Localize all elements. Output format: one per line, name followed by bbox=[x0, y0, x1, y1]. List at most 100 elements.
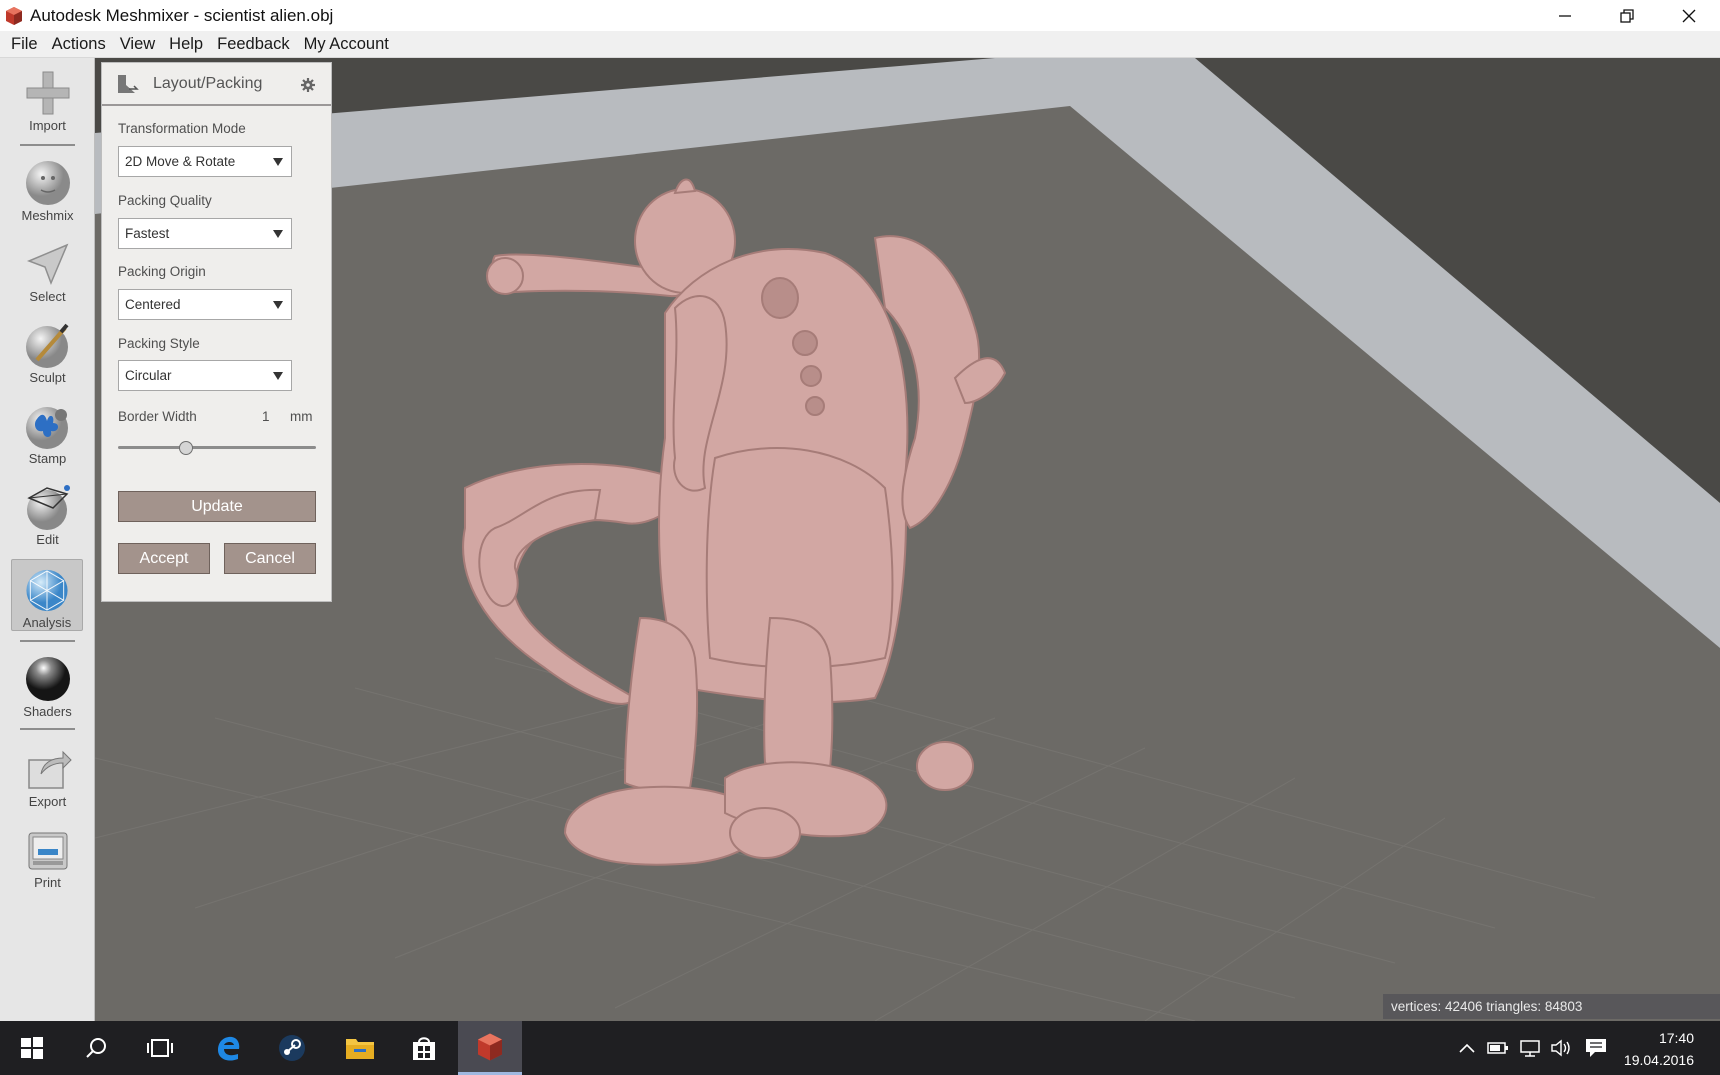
tool-divider bbox=[20, 144, 75, 146]
chevron-down-icon bbox=[273, 230, 283, 238]
notification-icon bbox=[1586, 1039, 1606, 1057]
tool-divider bbox=[20, 640, 75, 642]
printer-icon bbox=[28, 832, 67, 870]
tool-select[interactable]: Select bbox=[0, 233, 95, 307]
select-arrow-icon bbox=[26, 243, 68, 286]
slider-thumb[interactable] bbox=[178, 441, 193, 455]
store-button[interactable] bbox=[392, 1021, 456, 1075]
close-button[interactable] bbox=[1658, 0, 1720, 31]
menu-my-account[interactable]: My Account bbox=[297, 35, 396, 54]
border-width-slider[interactable] bbox=[118, 441, 316, 455]
clock-time: 17:40 bbox=[1658, 1030, 1694, 1046]
tool-sculpt[interactable]: Sculpt bbox=[0, 314, 95, 388]
show-hidden-icons-button[interactable] bbox=[1454, 1021, 1480, 1075]
packing-quality-select[interactable]: Fastest bbox=[118, 218, 292, 249]
tool-stamp[interactable]: Stamp bbox=[0, 395, 95, 469]
action-center-button[interactable] bbox=[1580, 1021, 1612, 1075]
system-clock[interactable]: 17:40 19.04.2016 bbox=[1624, 1027, 1694, 1071]
layout-packing-panel: Layout/Packing Transformation Mode 2D Mo… bbox=[101, 62, 332, 602]
tool-divider bbox=[20, 728, 75, 730]
menu-file[interactable]: File bbox=[4, 35, 45, 54]
tool-print[interactable]: Print bbox=[0, 819, 95, 893]
tool-import[interactable]: Import bbox=[0, 62, 95, 136]
panel-header: Layout/Packing bbox=[102, 63, 331, 106]
tool-label: Import bbox=[29, 118, 66, 133]
close-icon bbox=[1682, 9, 1696, 22]
cancel-button[interactable]: Cancel bbox=[224, 543, 316, 574]
tool-label: Export bbox=[28, 794, 67, 809]
packing-origin-value: Centered bbox=[125, 297, 181, 312]
minimize-button[interactable] bbox=[1534, 0, 1596, 31]
packing-style-label: Packing Style bbox=[118, 336, 200, 351]
clock-date: 19.04.2016 bbox=[1623, 1052, 1694, 1068]
start-button[interactable] bbox=[0, 1021, 64, 1075]
tool-export[interactable]: Export bbox=[0, 738, 95, 812]
restore-button[interactable] bbox=[1596, 0, 1658, 31]
title-bar: Autodesk Meshmixer - scientist alien.obj bbox=[0, 0, 1720, 31]
transformation-mode-select[interactable]: 2D Move & Rotate bbox=[118, 146, 292, 177]
tool-label: Shaders bbox=[23, 704, 72, 719]
tool-label: Edit bbox=[36, 532, 59, 547]
volume-tray[interactable] bbox=[1548, 1021, 1576, 1075]
menu-view[interactable]: View bbox=[113, 35, 162, 54]
chevron-down-icon bbox=[273, 158, 283, 166]
windows-logo-icon bbox=[21, 1037, 43, 1059]
packing-origin-label: Packing Origin bbox=[118, 264, 206, 279]
meshmixer-taskbar-button[interactable] bbox=[458, 1021, 522, 1075]
tool-analysis[interactable]: Analysis bbox=[11, 559, 83, 631]
accept-button[interactable]: Accept bbox=[118, 543, 210, 574]
chevron-up-icon bbox=[1459, 1043, 1475, 1053]
steam-button[interactable] bbox=[260, 1021, 324, 1075]
chevron-down-icon bbox=[273, 301, 283, 309]
edit-mesh-icon bbox=[26, 485, 70, 530]
border-width-unit: mm bbox=[290, 409, 313, 424]
packing-style-select[interactable]: Circular bbox=[118, 360, 292, 391]
search-button[interactable] bbox=[64, 1021, 128, 1075]
panel-title: Layout/Packing bbox=[153, 74, 263, 92]
gear-icon[interactable] bbox=[301, 78, 315, 92]
speaker-icon bbox=[1551, 1039, 1570, 1057]
battery-icon bbox=[1487, 1042, 1508, 1054]
meshmixer-logo-icon bbox=[478, 1033, 502, 1060]
tool-shaders[interactable]: Shaders bbox=[0, 648, 95, 722]
meshmix-icon bbox=[25, 161, 70, 205]
transformation-mode-value: 2D Move & Rotate bbox=[125, 154, 236, 169]
stamp-icon bbox=[25, 407, 68, 449]
menu-bar: File Actions View Help Feedback My Accou… bbox=[0, 31, 1720, 58]
window-title: Autodesk Meshmixer - scientist alien.obj bbox=[30, 5, 334, 25]
folder-icon bbox=[346, 1039, 374, 1059]
tool-label: Select bbox=[29, 289, 66, 304]
3d-viewport[interactable] bbox=[95, 58, 1720, 1021]
transformation-mode-label: Transformation Mode bbox=[118, 121, 246, 136]
menu-help[interactable]: Help bbox=[162, 35, 210, 54]
shader-sphere-icon bbox=[25, 657, 70, 701]
task-view-button[interactable] bbox=[128, 1021, 192, 1075]
sculpt-brush-icon bbox=[25, 323, 69, 368]
export-icon bbox=[27, 750, 72, 789]
network-icon bbox=[1520, 1040, 1540, 1057]
tool-edit[interactable]: Edit bbox=[0, 476, 95, 550]
border-width-value[interactable]: 1 bbox=[262, 409, 270, 424]
menu-feedback[interactable]: Feedback bbox=[210, 35, 296, 54]
tool-label: Stamp bbox=[28, 451, 67, 466]
restore-icon bbox=[1620, 8, 1634, 23]
border-width-label: Border Width bbox=[118, 409, 197, 424]
battery-tray[interactable] bbox=[1484, 1021, 1512, 1075]
update-button[interactable]: Update bbox=[118, 491, 316, 522]
tool-label: Meshmix bbox=[21, 208, 74, 223]
meshmixer-window: Autodesk Meshmixer - scientist alien.obj… bbox=[0, 0, 1720, 1075]
edge-button[interactable] bbox=[196, 1021, 260, 1075]
analysis-icon bbox=[26, 569, 68, 612]
packing-origin-select[interactable]: Centered bbox=[118, 289, 292, 320]
menu-actions[interactable]: Actions bbox=[45, 35, 113, 54]
scene-canvas bbox=[95, 58, 1720, 1021]
meshmixer-logo-icon bbox=[6, 6, 22, 25]
tool-label: Sculpt bbox=[29, 370, 66, 385]
plus-icon bbox=[26, 71, 69, 115]
tool-meshmix[interactable]: Meshmix bbox=[0, 152, 95, 226]
network-tray[interactable] bbox=[1516, 1021, 1544, 1075]
file-explorer-button[interactable] bbox=[328, 1021, 392, 1075]
tool-label: Analysis bbox=[22, 615, 72, 630]
windows-taskbar: 17:40 19.04.2016 bbox=[0, 1021, 1720, 1075]
store-bag-icon bbox=[413, 1037, 435, 1060]
